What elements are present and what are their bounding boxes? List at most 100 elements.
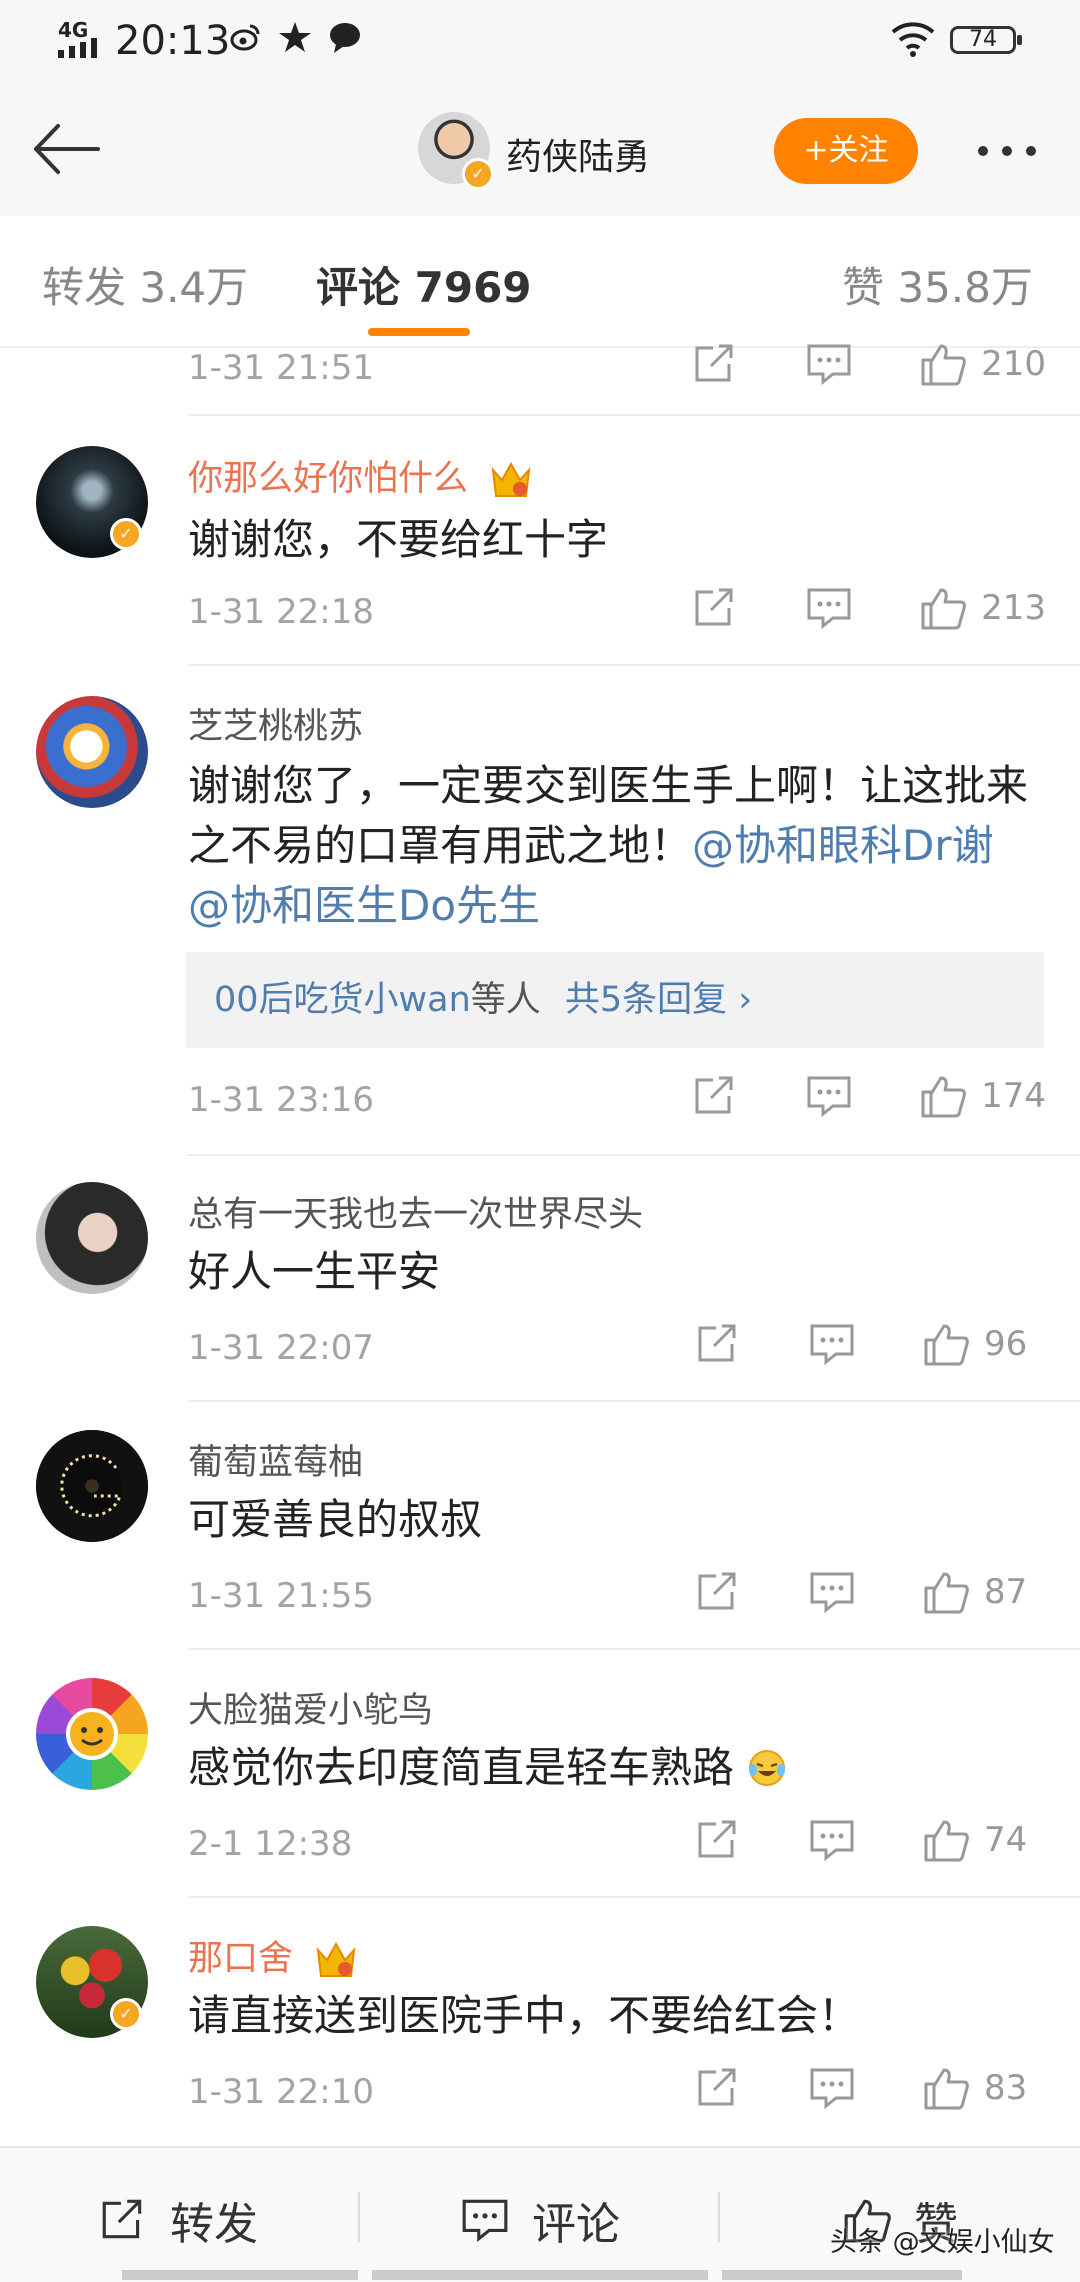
divider bbox=[188, 1648, 1080, 1650]
comment-icon[interactable] bbox=[805, 586, 853, 630]
reply-connector: 等人 bbox=[470, 980, 541, 1020]
share-icon[interactable] bbox=[691, 586, 739, 630]
clock: 20:13 bbox=[115, 18, 231, 64]
gesture-bar bbox=[122, 2270, 358, 2280]
laugh-cry-emoji-icon bbox=[749, 1750, 786, 1786]
wifi-icon bbox=[891, 22, 935, 57]
comment-time: 1-31 23:16 bbox=[188, 1080, 374, 1120]
tab-likes[interactable]: 赞 35.8万 bbox=[842, 254, 1033, 315]
comment-time: 1-31 22:07 bbox=[188, 1328, 374, 1368]
comment-time: 1-31 21:55 bbox=[188, 1576, 374, 1616]
comment-text-body: 感觉你去印度简直是轻车熟路 bbox=[188, 1743, 735, 1792]
comment-username[interactable]: 你那么好你怕什么 bbox=[188, 450, 533, 501]
comment-icon[interactable] bbox=[808, 1818, 856, 1862]
comment-actions: 87 bbox=[694, 1570, 1046, 1614]
comment-icon bbox=[462, 2199, 508, 2243]
like-icon[interactable] bbox=[922, 1570, 970, 1614]
share-icon[interactable] bbox=[694, 1322, 742, 1366]
user-avatar[interactable] bbox=[36, 1430, 148, 1542]
comment-actions: 74 bbox=[694, 1818, 1046, 1862]
author-name[interactable]: 药侠陆勇 bbox=[506, 128, 650, 180]
repost-button[interactable]: 转发 bbox=[98, 2188, 258, 2252]
replies-preview[interactable]: 00后吃货小wan等人 共5条回复 › bbox=[186, 952, 1044, 1048]
divider bbox=[358, 2192, 360, 2242]
comment-label: 评论 bbox=[532, 2199, 620, 2250]
comment-text: 谢谢您，不要给红十字 bbox=[188, 515, 609, 564]
comment-actions: 96 bbox=[694, 1322, 1046, 1366]
message-icon bbox=[330, 23, 360, 53]
like-icon[interactable] bbox=[922, 2066, 970, 2110]
repost-label: 转发 bbox=[170, 2199, 258, 2250]
share-icon[interactable] bbox=[691, 1074, 739, 1118]
user-avatar[interactable] bbox=[36, 1678, 148, 1790]
share-icon[interactable] bbox=[694, 2066, 742, 2110]
gesture-bar bbox=[372, 2270, 708, 2280]
like-icon[interactable] bbox=[919, 586, 967, 630]
comment-time: 1-31 21:51 bbox=[188, 348, 374, 388]
comment-username[interactable]: 葡萄蓝莓柚 bbox=[188, 1434, 363, 1485]
like-icon[interactable] bbox=[922, 1322, 970, 1366]
username-text[interactable]: 你那么好你怕什么 bbox=[188, 459, 468, 499]
tab-bar: 转发 3.4万 评论 7969 赞 35.8万 bbox=[0, 216, 1080, 348]
like-icon[interactable] bbox=[922, 1818, 970, 1862]
signal-icon bbox=[58, 38, 97, 58]
share-icon[interactable] bbox=[694, 1570, 742, 1614]
share-icon[interactable] bbox=[691, 342, 739, 386]
comment-username[interactable]: 那口舍 bbox=[188, 1930, 358, 1981]
comment-icon[interactable] bbox=[808, 2066, 856, 2110]
divider bbox=[188, 1400, 1080, 1402]
user-avatar[interactable] bbox=[36, 1182, 148, 1294]
share-icon[interactable] bbox=[694, 1818, 742, 1862]
like-count: 210 bbox=[981, 344, 1046, 384]
comment-actions: 83 bbox=[694, 2066, 1046, 2110]
like-icon[interactable] bbox=[919, 1074, 967, 1118]
comment-text: 谢谢您了，一定要交到医生手上啊！让这批来之不易的口罩有用武之地！@协和眼科Dr谢… bbox=[188, 756, 1048, 936]
bottom-action-bar: 转发 评论 赞 bbox=[0, 2146, 1080, 2282]
comment-button[interactable]: 评论 bbox=[460, 2188, 620, 2252]
like-icon[interactable] bbox=[919, 342, 967, 386]
comment-text: 好人一生平安 bbox=[188, 1247, 441, 1296]
comment-time: 1-31 22:10 bbox=[188, 2072, 374, 2112]
vip-crown-icon bbox=[316, 1941, 356, 1977]
comment-username[interactable]: 大脸猫爱小鸵鸟 bbox=[188, 1682, 433, 1733]
reply-username[interactable]: 00后吃货小wan bbox=[214, 980, 471, 1020]
divider bbox=[188, 664, 1080, 666]
active-tab-indicator bbox=[368, 328, 470, 336]
repost-icon bbox=[102, 2199, 142, 2239]
username-text[interactable]: 那口舍 bbox=[188, 1939, 293, 1979]
verified-badge-icon: ✓ bbox=[462, 158, 494, 190]
comment-icon[interactable] bbox=[805, 342, 853, 386]
comment-text: 可爱善良的叔叔 bbox=[188, 1495, 483, 1544]
follow-button[interactable]: +关注 bbox=[774, 118, 918, 184]
comment-username[interactable]: 芝芝桃桃苏 bbox=[188, 698, 363, 749]
reply-count-link[interactable]: 共5条回复 › bbox=[565, 980, 752, 1020]
comment-actions: 213 bbox=[691, 586, 1046, 630]
mention-link[interactable]: @协和眼科Dr谢 bbox=[692, 821, 994, 870]
weibo-icon bbox=[230, 24, 260, 51]
divider bbox=[188, 1154, 1080, 1156]
verified-badge-icon: ✓ bbox=[110, 1998, 142, 2030]
tab-repost[interactable]: 转发 3.4万 bbox=[42, 254, 248, 315]
mention-link[interactable]: @协和医生Do先生 bbox=[188, 881, 540, 930]
like-count: 83 bbox=[984, 2068, 1028, 2108]
comment-text: 感觉你去印度简直是轻车熟路 bbox=[188, 1738, 1048, 1798]
comment-text: 请直接送到医院手中，不要给红会！ bbox=[188, 1991, 861, 2040]
comment-actions: 174 bbox=[691, 1074, 1046, 1118]
comment-icon[interactable] bbox=[808, 1570, 856, 1614]
nav-bar: ✓ 药侠陆勇 +关注 bbox=[0, 82, 1080, 218]
tab-comments[interactable]: 评论 7969 bbox=[316, 254, 532, 315]
back-arrow-icon[interactable] bbox=[28, 114, 104, 184]
gesture-bar bbox=[722, 2270, 962, 2280]
comment-icon[interactable] bbox=[805, 1074, 853, 1118]
comment-time: 1-31 22:18 bbox=[188, 592, 374, 632]
like-count: 87 bbox=[984, 1572, 1028, 1612]
divider bbox=[718, 2192, 720, 2242]
vip-crown-icon bbox=[491, 461, 531, 497]
user-avatar[interactable] bbox=[36, 696, 148, 808]
comment-time: 2-1 12:38 bbox=[188, 1824, 353, 1864]
comment-icon[interactable] bbox=[808, 1322, 856, 1366]
comment-actions: 210 bbox=[691, 342, 1046, 386]
sun-face-icon bbox=[66, 1708, 118, 1760]
comment-username[interactable]: 总有一天我也去一次世界尽头 bbox=[188, 1186, 643, 1237]
more-options-icon[interactable] bbox=[978, 146, 1036, 156]
